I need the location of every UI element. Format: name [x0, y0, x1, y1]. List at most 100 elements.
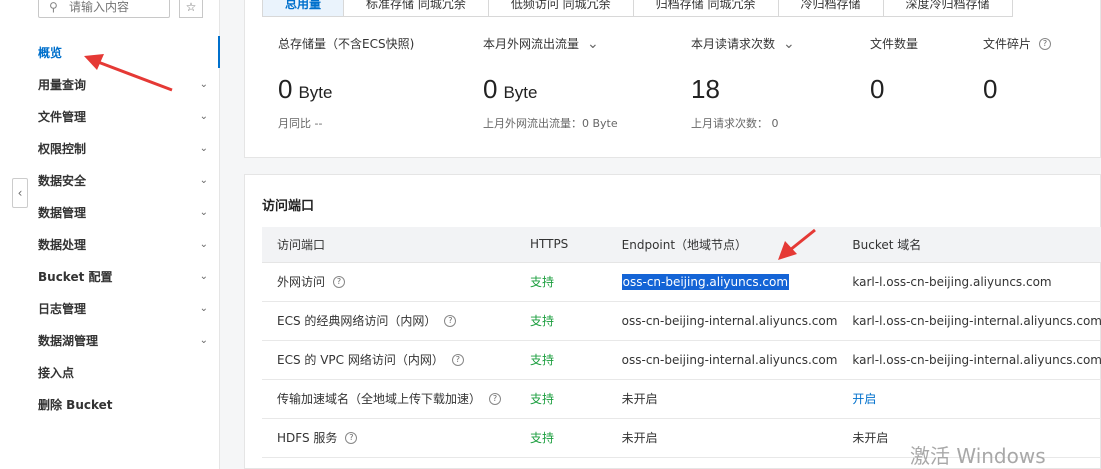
favorite-star-button[interactable]: ☆ — [179, 0, 203, 18]
search-input[interactable] — [69, 0, 159, 14]
help-icon[interactable]: ? — [489, 392, 502, 405]
port-name: 外网访问 — [277, 275, 326, 289]
search-box[interactable]: ⚲ — [38, 0, 170, 18]
column-header: Endpoint（地域节点） — [606, 227, 838, 263]
port-name: 传输加速域名（全地域上传下载加速） — [277, 392, 482, 406]
endpoint-value: 未开启 — [606, 379, 838, 419]
sidebar-item-files[interactable]: 文件管理 ⌄ — [0, 100, 220, 132]
tab-cold-archive[interactable]: 冷归档存储 — [778, 0, 884, 17]
sidebar-item-access-point[interactable]: 接入点 — [0, 356, 220, 388]
chevron-down-icon: ⌄ — [199, 238, 208, 250]
tab-standard[interactable]: 标准存储 同城冗余 — [344, 0, 489, 17]
sidebar-item-label: 接入点 — [38, 365, 75, 380]
star-icon: ☆ — [185, 0, 197, 14]
help-icon[interactable]: ? — [345, 431, 358, 444]
stat-unit: Byte — [503, 83, 538, 102]
stat-label: 文件数量 — [870, 37, 919, 51]
help-icon[interactable]: ? — [451, 353, 464, 366]
chevron-down-icon[interactable]: ⌄ — [587, 36, 599, 52]
help-icon[interactable]: ? — [444, 314, 457, 327]
sidebar-item-label: 日志管理 — [38, 301, 87, 316]
sidebar: ⚲ ☆ 概览 用量查询 ⌄ 文件管理 ⌄ 权限控制 ⌄ 数据安全 ⌄ 数据管理 ⌄ 数据处… — [0, 0, 220, 469]
sidebar-item-label: 数据管理 — [38, 205, 87, 220]
sidebar-item-delete-bucket[interactable]: 删除 Bucket — [0, 388, 220, 420]
sidebar-item-label: Bucket 配置 — [38, 269, 113, 284]
table-row: 传输加速域名（全地域上传下载加速）? 支持 未开启 开启 — [262, 379, 1101, 419]
stat-label: 本月读请求次数 — [691, 37, 776, 51]
stat-value: 0 — [983, 74, 998, 104]
bucket-domain[interactable]: karl-l.oss-cn-beijing.aliyuncs.com — [837, 262, 1101, 302]
endpoint-value[interactable]: oss-cn-beijing.aliyuncs.com — [621, 273, 790, 290]
sidebar-item-label: 文件管理 — [38, 109, 87, 124]
sidebar-item-label: 数据处理 — [38, 237, 87, 252]
https-status: 支持 — [514, 262, 607, 302]
sidebar-item-overview[interactable]: 概览 — [0, 36, 220, 68]
search-icon: ⚲ — [49, 0, 58, 14]
enable-link[interactable]: 开启 — [837, 379, 1101, 419]
sidebar-nav: 概览 用量查询 ⌄ 文件管理 ⌄ 权限控制 ⌄ 数据安全 ⌄ 数据管理 ⌄ 数据处理 ⌄ B… — [0, 36, 220, 420]
sidebar-item-data-management[interactable]: 数据管理 ⌄ — [0, 196, 220, 228]
stat-label: 总存储量（不含ECS快照) — [278, 37, 415, 51]
bucket-domain[interactable]: karl-l.oss-cn-beijing-internal.aliyuncs.… — [837, 340, 1101, 380]
chevron-left-icon: ‹ — [17, 186, 23, 200]
tab-deep-cold-archive[interactable]: 深度冷归档存储 — [883, 0, 1013, 17]
stat-sub: 上月请求次数： 0 — [691, 117, 779, 130]
stat-value: 0 — [483, 74, 498, 104]
stat-outbound-traffic: 本月外网流出流量 ⌄ 0 Byte 上月外网流出流量：0 Byte — [483, 35, 618, 131]
table-row: ECS 的 VPC 网络访问（内网）? 支持 oss-cn-beijing-in… — [262, 340, 1101, 380]
usage-overview-panel: 总用量 标准存储 同城冗余 低频访问 同城冗余 归档存储 同城冗余 冷归档存储 … — [244, 0, 1101, 158]
sidebar-item-logs[interactable]: 日志管理 ⌄ — [0, 292, 220, 324]
stat-value: 0 — [870, 74, 885, 104]
stat-read-requests: 本月读请求次数 ⌄ 18 上月请求次数： 0 — [691, 35, 795, 131]
chevron-down-icon: ⌄ — [199, 206, 208, 218]
https-status: 支持 — [514, 418, 607, 458]
table-row: 外网访问? 支持 oss-cn-beijing.aliyuncs.com kar… — [262, 262, 1101, 302]
sidebar-item-data-security[interactable]: 数据安全 ⌄ — [0, 164, 220, 196]
stat-value: 18 — [691, 74, 720, 104]
sidebar-item-label: 数据湖管理 — [38, 333, 99, 348]
stat-label: 本月外网流出流量 — [483, 37, 580, 51]
help-icon[interactable]: ? — [1039, 37, 1052, 50]
sidebar-item-data-lake[interactable]: 数据湖管理 ⌄ — [0, 324, 220, 356]
endpoint-value[interactable]: oss-cn-beijing-internal.aliyuncs.com — [606, 340, 838, 380]
chevron-down-icon[interactable]: ⌄ — [783, 36, 795, 52]
stat-unit: Byte — [298, 83, 333, 102]
tab-total[interactable]: 总用量 — [262, 0, 345, 17]
stat-file-fragments: 文件碎片? 0 — [983, 35, 1052, 105]
endpoint-value[interactable]: oss-cn-beijing-internal.aliyuncs.com — [606, 301, 838, 341]
https-status: 支持 — [514, 301, 607, 341]
access-endpoints-panel: 访问端口 访问端口 HTTPS Endpoint（地域节点） Bucket 域名… — [244, 174, 1101, 469]
sidebar-item-permissions[interactable]: 权限控制 ⌄ — [0, 132, 220, 164]
chevron-down-icon: ⌄ — [199, 174, 208, 186]
endpoints-table: 访问端口 HTTPS Endpoint（地域节点） Bucket 域名 外网访问… — [262, 227, 1101, 458]
port-name: HDFS 服务 — [277, 431, 338, 445]
tab-infrequent[interactable]: 低频访问 同城冗余 — [488, 0, 634, 17]
endpoint-value: 未开启 — [606, 418, 838, 458]
table-header-row: 访问端口 HTTPS Endpoint（地域节点） Bucket 域名 — [262, 227, 1101, 263]
section-title: 访问端口 — [262, 199, 315, 214]
stat-file-count: 文件数量 0 — [870, 35, 918, 105]
tab-archive[interactable]: 归档存储 同城冗余 — [633, 0, 779, 17]
windows-activation-watermark: 激活 Windows — [910, 444, 1046, 468]
https-status: 支持 — [514, 379, 607, 419]
chevron-down-icon: ⌄ — [199, 110, 208, 122]
column-header: HTTPS — [514, 227, 607, 263]
chevron-down-icon: ⌄ — [199, 334, 208, 346]
sidebar-item-label: 概览 — [38, 45, 63, 60]
bucket-domain[interactable]: karl-l.oss-cn-beijing-internal.aliyuncs.… — [837, 301, 1101, 341]
sidebar-item-usage[interactable]: 用量查询 ⌄ — [0, 68, 220, 100]
chevron-down-icon: ⌄ — [199, 142, 208, 154]
help-icon[interactable]: ? — [333, 275, 346, 288]
table-row: ECS 的经典网络访问（内网）? 支持 oss-cn-beijing-inter… — [262, 301, 1101, 341]
port-name: ECS 的 VPC 网络访问（内网） — [277, 353, 444, 367]
collapse-sidebar-button[interactable]: ‹ — [12, 178, 28, 208]
https-status: 支持 — [514, 340, 607, 380]
stat-sub: 上月外网流出流量：0 Byte — [483, 117, 618, 130]
port-name: ECS 的经典网络访问（内网） — [277, 314, 437, 328]
column-header: 访问端口 — [262, 227, 515, 263]
endpoint-cell[interactable]: oss-cn-beijing.aliyuncs.com — [606, 262, 838, 302]
chevron-down-icon: ⌄ — [199, 302, 208, 314]
sidebar-item-data-processing[interactable]: 数据处理 ⌄ — [0, 228, 220, 260]
column-header: Bucket 域名 — [837, 227, 1101, 263]
sidebar-item-bucket-config[interactable]: Bucket 配置 ⌄ — [0, 260, 220, 292]
